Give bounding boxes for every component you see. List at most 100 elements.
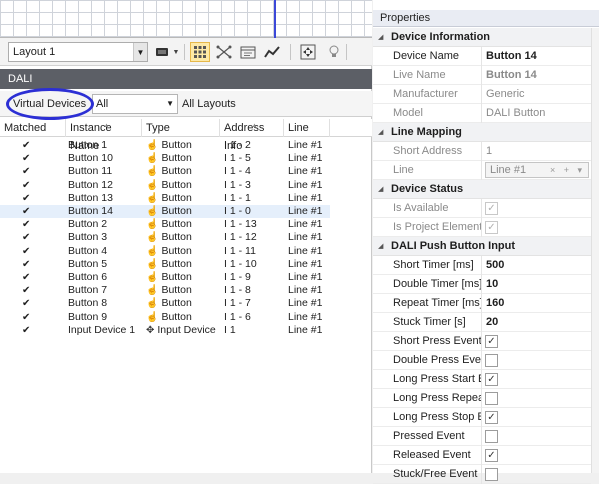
table-row[interactable]: ✔ Button 6 ☝ Button I 1 - 9 Line #1: [0, 271, 330, 284]
property-device-name[interactable]: Device Name Button 14: [373, 47, 591, 66]
property-long-press-repeat[interactable]: Long Press Repeat I: [373, 389, 591, 408]
instance-name: Button 14: [68, 205, 113, 217]
property-value[interactable]: 10: [486, 275, 498, 294]
fit-view-icon[interactable]: [298, 42, 318, 62]
table-row[interactable]: ✔ Input Device 1 ✥ Input Device I 1 Line …: [0, 324, 330, 337]
property-double-timer[interactable]: Double Timer [ms] 10: [373, 275, 591, 294]
matched-check-icon[interactable]: ✔: [22, 324, 30, 337]
property-stuck-timer[interactable]: Stuck Timer [s] 20: [373, 313, 591, 332]
checkbox-checked[interactable]: ✓: [485, 449, 498, 462]
table-row[interactable]: ✔ Button 13 ☝ Button I 1 - 1 Line #1: [0, 192, 330, 205]
line-select[interactable]: Line #1 × + ▾: [485, 162, 589, 178]
table-row[interactable]: ✔ Button 7 ☝ Button I 1 - 8 Line #1: [0, 284, 330, 297]
checkbox-unchecked[interactable]: [485, 392, 498, 405]
type-label: Button: [161, 284, 192, 297]
property-label: Model: [373, 104, 482, 123]
tab-virtual-devices[interactable]: Virtual Devices: [10, 95, 89, 113]
matched-check-icon[interactable]: ✔: [22, 192, 30, 205]
properties-scrollbar[interactable]: [591, 28, 599, 473]
table-row[interactable]: ✔ Button 1 ☝ Button I 1 - 2 Line #1: [0, 139, 330, 152]
matched-check-icon[interactable]: ✔: [22, 245, 30, 258]
instance-name: Button 11: [68, 165, 113, 178]
category-device-status[interactable]: ◢ Device Status: [373, 180, 591, 199]
checkbox-checked[interactable]: ✓: [485, 373, 498, 386]
device-filter-select[interactable]: All ▼: [92, 94, 178, 114]
column-header-address-info[interactable]: ▲ Address Info: [220, 119, 284, 152]
category-line-mapping[interactable]: ◢ Line Mapping: [373, 123, 591, 142]
line-select-controls[interactable]: × + ▾: [550, 163, 585, 177]
property-value[interactable]: 500: [486, 256, 504, 275]
connections-icon[interactable]: [214, 42, 234, 62]
table-row-selected[interactable]: ✔ Button 14 ☝ Button I 1 - 0 Line #1: [0, 205, 330, 219]
table-row[interactable]: ✔ Button 2 ☝ Button I 1 - 13 Line #1: [0, 218, 330, 231]
checkbox-unchecked[interactable]: [485, 354, 498, 367]
property-label: Short Address: [373, 142, 482, 161]
column-header-instance-name[interactable]: ▲ Instance Name: [66, 119, 142, 152]
property-pressed-event[interactable]: Pressed Event: [373, 427, 591, 446]
line-cell: Line #1: [288, 231, 323, 244]
chevron-down-icon[interactable]: ▼: [172, 42, 180, 62]
collapse-triangle-icon[interactable]: ◢: [378, 28, 383, 47]
table-row[interactable]: ✔ Button 12 ☝ Button I 1 - 3 Line #1: [0, 179, 330, 192]
table-row[interactable]: ✔ Button 9 ☝ Button I 1 - 6 Line #1: [0, 311, 330, 324]
matched-check-icon[interactable]: ✔: [22, 205, 30, 218]
property-stuck-free-event[interactable]: Stuck/Free Event: [373, 465, 591, 484]
property-long-press-start-event[interactable]: Long Press Start Eve✓: [373, 370, 591, 389]
matched-check-icon[interactable]: ✔: [22, 297, 30, 310]
collapse-triangle-icon[interactable]: ◢: [378, 123, 383, 142]
table-row[interactable]: ✔ Button 4 ☝ Button I 1 - 11 Line #1: [0, 245, 330, 258]
device-icon[interactable]: [152, 42, 172, 62]
checkbox-checked[interactable]: ✓: [485, 335, 498, 348]
checkbox-unchecked[interactable]: [485, 430, 498, 443]
all-layouts-label[interactable]: All Layouts: [182, 95, 236, 113]
table-row[interactable]: ✔ Button 3 ☝ Button I 1 - 12 Line #1: [0, 231, 330, 244]
matched-check-icon[interactable]: ✔: [22, 311, 30, 324]
layout-select[interactable]: Layout 1 ▼: [8, 42, 148, 62]
matched-check-icon[interactable]: ✔: [22, 284, 30, 297]
matched-check-icon[interactable]: ✔: [22, 231, 30, 244]
collapse-triangle-icon[interactable]: ◢: [378, 180, 383, 199]
category-label: Device Information: [391, 31, 491, 43]
checkbox-unchecked[interactable]: [485, 468, 498, 481]
table-row[interactable]: ✔ Button 11 ☝ Button I 1 - 4 Line #1: [0, 165, 330, 178]
type-cell: ☝ Button: [146, 258, 192, 271]
property-short-press-event[interactable]: Short Press Event ✓: [373, 332, 591, 351]
table-row[interactable]: ✔ Button 5 ☝ Button I 1 - 10 Line #1: [0, 258, 330, 271]
lightbulb-icon[interactable]: [326, 42, 342, 62]
property-repeat-timer[interactable]: Repeat Timer [ms] 160: [373, 294, 591, 313]
category-dali-push-button-input[interactable]: ◢ DALI Push Button Input: [373, 237, 591, 256]
category-label: DALI Push Button Input: [391, 240, 516, 252]
matched-check-icon[interactable]: ✔: [22, 139, 30, 152]
category-device-information[interactable]: ◢ Device Information: [373, 28, 591, 47]
layout-select-value: Layout 1: [13, 46, 56, 58]
table-row[interactable]: ✔ Button 10 ☝ Button I 1 - 5 Line #1: [0, 152, 330, 165]
type-label: Button: [161, 231, 192, 244]
layout-canvas[interactable]: [0, 0, 372, 38]
panel-view-icon[interactable]: [238, 42, 258, 62]
grid-snap-icon[interactable]: [190, 42, 210, 62]
property-value[interactable]: Button 14: [486, 47, 537, 66]
type-cell: ☝ Button: [146, 152, 192, 165]
property-released-event[interactable]: Released Event ✓: [373, 446, 591, 465]
property-value[interactable]: 160: [486, 294, 504, 313]
matched-check-icon[interactable]: ✔: [22, 271, 30, 284]
column-header-type[interactable]: Type: [142, 119, 220, 137]
column-header-matched[interactable]: Matched: [0, 119, 66, 137]
property-short-timer[interactable]: Short Timer [ms] 500: [373, 256, 591, 275]
address-info: I 1 - 13: [224, 218, 257, 231]
checkbox-checked[interactable]: ✓: [485, 411, 498, 424]
collapse-triangle-icon[interactable]: ◢: [378, 237, 383, 256]
table-row[interactable]: ✔ Button 8 ☝ Button I 1 - 7 Line #1: [0, 297, 330, 310]
matched-check-icon[interactable]: ✔: [22, 218, 30, 231]
matched-check-icon[interactable]: ✔: [22, 258, 30, 271]
matched-check-icon[interactable]: ✔: [22, 165, 30, 178]
matched-check-icon[interactable]: ✔: [22, 179, 30, 192]
line-chart-icon[interactable]: [262, 42, 282, 62]
line-cell: Line #1: [288, 152, 323, 165]
dali-panel-header: DALI: [0, 69, 372, 89]
property-value[interactable]: 20: [486, 313, 498, 332]
matched-check-icon[interactable]: ✔: [22, 152, 30, 165]
property-double-press-event[interactable]: Double Press Event: [373, 351, 591, 370]
column-header-line[interactable]: Line: [284, 119, 330, 137]
property-long-press-stop-event[interactable]: Long Press Stop Eve✓: [373, 408, 591, 427]
